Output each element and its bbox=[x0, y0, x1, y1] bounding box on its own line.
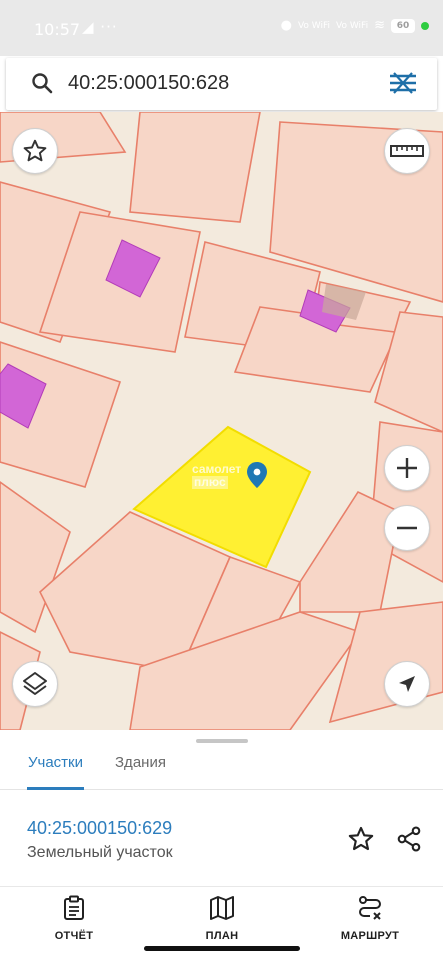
map-view[interactable]: самолет плюс bbox=[0, 112, 443, 730]
layers-icon bbox=[23, 672, 47, 695]
star-icon bbox=[23, 139, 47, 162]
nav-plan[interactable]: ПЛАН bbox=[172, 895, 272, 942]
zoom-out-icon bbox=[397, 526, 417, 530]
signal-2: Vo WiFi bbox=[336, 20, 369, 31]
signal-1: Vo WiFi bbox=[297, 20, 331, 31]
filter-icon[interactable] bbox=[389, 72, 417, 99]
layers-button[interactable] bbox=[12, 661, 58, 707]
sheet-drag-handle[interactable] bbox=[196, 739, 248, 743]
add-favorite-button[interactable] bbox=[347, 825, 375, 858]
clipboard-icon bbox=[64, 895, 84, 920]
location-arrow-icon bbox=[399, 676, 415, 692]
location-status-icon: ● bbox=[280, 18, 292, 33]
status-bar: 10:57 ◢ ··· ● Vo WiFi Vo WiFi ≋ 60 bbox=[0, 0, 443, 56]
map-icon bbox=[210, 896, 234, 920]
share-icon bbox=[397, 826, 421, 852]
route-icon bbox=[359, 896, 381, 920]
privacy-dot bbox=[421, 21, 429, 30]
zoom-out-button[interactable] bbox=[384, 505, 430, 551]
map-watermark: самолет плюс bbox=[192, 462, 242, 489]
parcel-number-link[interactable]: 40:25:000150:629 bbox=[27, 818, 172, 839]
status-right: ● Vo WiFi Vo WiFi ≋ 60 bbox=[281, 18, 429, 33]
tab-parcels[interactable]: Участки bbox=[27, 750, 84, 790]
favorite-button[interactable] bbox=[12, 128, 58, 174]
search-bar[interactable]: 40:25:000150:628 bbox=[6, 58, 437, 110]
nav-route[interactable]: МАРШРУТ bbox=[320, 895, 420, 942]
wifi-icon: ≋ bbox=[374, 18, 385, 33]
share-button[interactable] bbox=[395, 825, 423, 858]
battery-icon: 60 bbox=[391, 18, 415, 33]
bottom-sheet: Участки Здания 40:25:000150:629 Земельны… bbox=[0, 730, 443, 886]
status-indicators: ◢ ··· bbox=[82, 18, 118, 36]
search-input[interactable]: 40:25:000150:628 bbox=[68, 72, 229, 95]
status-time: 10:57 bbox=[34, 20, 81, 39]
search-icon[interactable] bbox=[30, 71, 54, 100]
zoom-in-icon bbox=[397, 458, 417, 478]
tab-buildings[interactable]: Здания bbox=[115, 750, 166, 790]
ruler-icon bbox=[390, 145, 424, 157]
zoom-in-button[interactable] bbox=[384, 445, 430, 491]
parcel-type: Земельный участок bbox=[27, 844, 173, 861]
my-location-button[interactable] bbox=[384, 661, 430, 707]
nav-report[interactable]: ОТЧЁТ bbox=[24, 895, 124, 942]
sheet-tabs: Участки Здания bbox=[0, 746, 443, 790]
measure-button[interactable] bbox=[384, 128, 430, 174]
cadastral-map bbox=[0, 112, 443, 730]
star-icon bbox=[348, 826, 374, 851]
home-indicator[interactable] bbox=[144, 946, 300, 951]
